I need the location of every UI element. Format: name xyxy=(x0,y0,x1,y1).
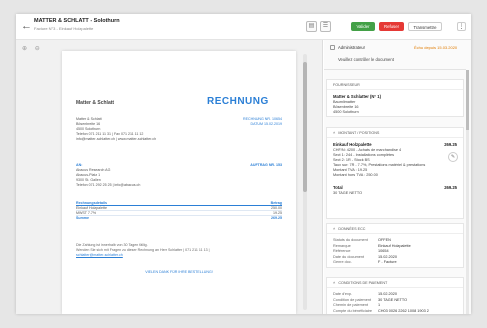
invoice-recipient: AN: Abacus Research AG Abacus-Platz 1 93… xyxy=(76,163,141,187)
supplier-header: FOURNISSEUR xyxy=(327,80,463,90)
positions-body: Einkauf Holzpalette 269.25 CHF/N: 4200 - … xyxy=(333,142,457,195)
chevron-up-icon: ˄ xyxy=(333,226,336,231)
ecc-header[interactable]: ˄ DONNÉES ECC xyxy=(327,224,463,234)
document-viewer: ⊕ ⊖ Matter & Schlatt RECHNUNG Matter & S… xyxy=(16,40,323,314)
refuse-button[interactable]: Refuser xyxy=(379,22,404,31)
invoice-note: Die Zahlung ist innerhalb von 30 Tagen f… xyxy=(76,243,210,258)
invoice-company: Matter & Schlatt xyxy=(76,100,115,106)
viewer-scrollbar[interactable] xyxy=(303,54,307,310)
task-header: Administrateur Échu depuis 15.03.2020 Ve… xyxy=(324,40,466,70)
invoice-sender-address: Matter & Schlatt Bösenbreite 16 4500 Sol… xyxy=(76,117,157,141)
invoice-table: Rechnungsdetails Betrag Einkauf Holzpalet… xyxy=(76,201,282,221)
pencil-icon[interactable]: ✎ xyxy=(448,152,458,162)
ecc-body: Statuts du document OFFEN Remarque Einkauf… xyxy=(333,238,411,264)
top-bar: ← MATTER & SCHLATT - Solothurn Facture N… xyxy=(16,14,471,40)
chevron-up-icon: ˄ xyxy=(333,280,336,285)
total-row: Total 269.25 xyxy=(333,185,457,190)
app-window: ← MATTER & SCHLATT - Solothurn Facture N… xyxy=(16,14,471,314)
viewer-toolbar: ⊕ ⊖ xyxy=(22,45,46,52)
more-options-icon[interactable]: ⋮ xyxy=(457,22,466,31)
positions-card: ˄ MONTANT / POSITIONS Einkauf Holzpalette… xyxy=(326,127,464,219)
invoice-page: Matter & Schlatt RECHNUNG Matter & Schla… xyxy=(62,51,296,314)
supplier-body: Matter & Schlatter (N° 1) Baumlimatter B… xyxy=(333,94,381,114)
panel-scrollbar[interactable] xyxy=(466,70,469,314)
positions-header[interactable]: ˄ MONTANT / POSITIONS xyxy=(327,128,463,138)
chevron-up-icon: ˄ xyxy=(333,130,336,135)
invoice-thanks: VIELEN DANK FÜR IHRE BESTELLUNG! xyxy=(145,270,213,274)
validate-button[interactable]: Valider xyxy=(351,22,375,31)
zoom-out-icon[interactable]: ⊖ xyxy=(35,46,40,52)
zoom-in-icon[interactable]: ⊕ xyxy=(22,46,27,52)
payment-card: ˄ CONDITIONS DE PAIEMENT Date d'exp. 15.02… xyxy=(326,277,464,314)
task-message: Veuillez contrôler le document xyxy=(338,57,394,62)
details-panel: Administrateur Échu depuis 15.03.2020 Ve… xyxy=(324,40,471,314)
page-subtitle: Facture N°3 - Einkauf Holzpalette xyxy=(34,26,94,31)
payment-body: Date d'exp. 15.02.2020 Condition de paiem… xyxy=(333,292,429,313)
ecc-card: ˄ DONNÉES ECC Statuts du document OFFEN Re… xyxy=(326,223,464,268)
table-total-row: Summe 269.25 xyxy=(76,216,282,220)
page-title: MATTER & SCHLATT - Solothurn xyxy=(34,18,120,24)
invoice-meta: RECHNUNG NR. 10654 DATUM 15.02.2019 xyxy=(243,117,282,126)
contact-email-link[interactable]: schlatter@matter-schlatter.ch xyxy=(76,253,210,258)
invoice-order-number: AUFTRAG NR. 153 xyxy=(250,163,282,167)
invoice-heading: RECHNUNG xyxy=(207,96,269,107)
document-icon[interactable]: ▤ xyxy=(306,21,317,32)
assignee-name: Administrateur xyxy=(338,45,365,50)
task-checkbox[interactable] xyxy=(330,45,335,50)
transmit-button[interactable]: Transmettre xyxy=(408,22,442,31)
supplier-card: FOURNISSEUR Matter & Schlatter (N° 1) Ba… xyxy=(326,79,464,117)
list-icon[interactable]: ☰ xyxy=(320,21,331,32)
arrow-left-icon[interactable]: ← xyxy=(21,20,32,32)
payment-header[interactable]: ˄ CONDITIONS DE PAIEMENT xyxy=(327,278,463,288)
position-title-row: Einkauf Holzpalette 269.25 xyxy=(333,142,457,147)
due-status: Échu depuis 15.03.2020 xyxy=(414,45,458,50)
